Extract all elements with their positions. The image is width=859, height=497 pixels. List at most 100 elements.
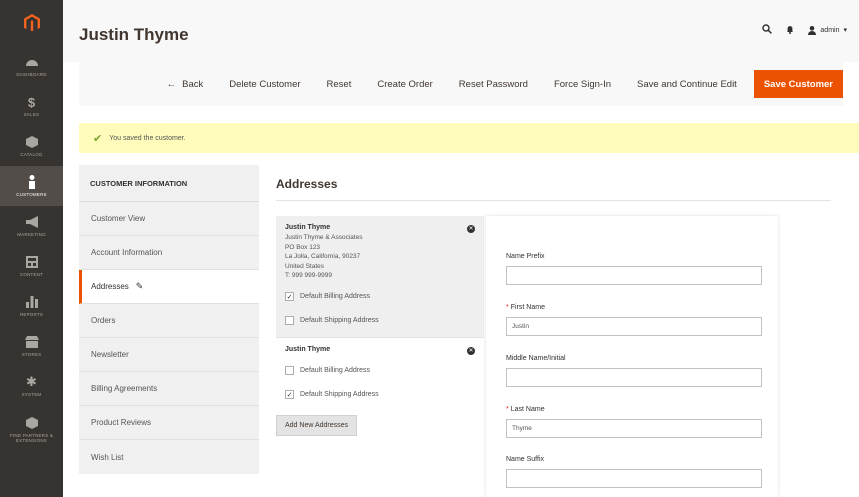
tab-label: Product Reviews [91,418,152,427]
nav-reports[interactable]: Reports [0,286,63,326]
tab-orders[interactable]: Orders [79,304,259,338]
default-billing-checkbox[interactable]: Default Billing Address [285,359,475,383]
remove-address-icon[interactable]: ✕ [467,346,475,355]
tabs-title: CUSTOMER INFORMATION [79,165,259,202]
person-icon [24,175,40,189]
nav-label: Customers [16,192,47,197]
last-name-input[interactable]: Thyme [506,419,762,438]
nav-stores[interactable]: Stores [0,326,63,366]
last-name-label: * Last Name [506,406,762,413]
customer-info-tabs: CUSTOMER INFORMATION Customer View Accou… [79,165,259,474]
nav-partners[interactable]: Find Partners & Extensions [0,406,63,452]
admin-sidebar: Dashboard $ Sales Catalog Customers Mark… [0,0,63,497]
back-button[interactable]: ← Back [154,69,217,99]
main-content: Justin Thyme admin ▾ ← Back Delete Custom… [63,0,859,497]
page-header: Justin Thyme admin ▾ [63,0,859,62]
nav-system[interactable]: ✱ System [0,366,63,406]
address-name: Justin Thyme [285,345,331,353]
bar-chart-icon [24,295,40,309]
last-name-label-text: Last Name [510,406,545,413]
middle-name-field: Middle Name/Initial [506,355,762,387]
tab-customer-view[interactable]: Customer View [79,202,259,236]
nav-label: Find Partners & Extensions [9,432,54,443]
nav-label: Dashboard [16,72,47,77]
checkmark-icon: ✔ [93,132,103,145]
required-icon: * [506,304,509,311]
tab-label: Addresses [91,282,129,291]
dashboard-icon [24,55,40,69]
first-name-field: * First Name Justin [506,304,762,336]
name-prefix-input[interactable] [506,266,762,285]
address-line: PO Box 123 [285,243,321,251]
dollar-icon: $ [27,94,36,110]
checkbox-icon [285,316,294,325]
header-actions: admin ▾ [762,24,847,36]
middle-name-input[interactable] [506,368,762,387]
page-title: Justin Thyme [79,25,189,44]
bell-icon[interactable] [786,25,794,36]
nav-label: Reports [19,312,44,317]
nav-sales[interactable]: $ Sales [0,86,63,126]
delete-customer-button[interactable]: Delete Customer [216,69,313,99]
address-form: Name Prefix * First Name Justin Middle Na… [486,216,778,497]
content-icon [24,255,40,269]
last-name-field: * Last Name Thyme [506,406,762,438]
tab-label: Wish List [91,452,124,462]
success-message-text: You saved the customer. [109,134,186,142]
create-order-button[interactable]: Create Order [364,69,445,99]
default-shipping-checkbox[interactable]: ✓ Default Shipping Address [285,383,475,407]
force-signin-button[interactable]: Force Sign-In [541,69,624,99]
save-customer-button[interactable]: Save Customer [753,70,843,98]
success-message: ✔ You saved the customer. [79,123,859,153]
tab-account-information[interactable]: Account Information [79,236,259,270]
tab-label: Billing Agreements [91,384,158,393]
tab-product-reviews[interactable]: Product Reviews [79,406,259,440]
admin-menu[interactable]: admin ▾ [808,25,847,35]
name-prefix-field: Name Prefix [506,253,762,285]
checkbox-label: Default Shipping Address [300,391,379,398]
first-name-input[interactable]: Justin [506,317,762,336]
tab-newsletter[interactable]: Newsletter [79,338,259,372]
name-suffix-input[interactable] [506,469,762,488]
save-continue-button[interactable]: Save and Continue Edit [624,69,750,99]
tab-label: Account Information [91,248,163,257]
nav-customers[interactable]: Customers [0,166,63,206]
default-billing-checkbox[interactable]: ✓ Default Billing Address [285,285,475,309]
nav-label: Stores [21,352,42,357]
address-line: United States [285,262,325,270]
checkbox-label: Default Billing Address [300,293,371,300]
admin-label: admin [820,26,840,34]
nav-label: Catalog [20,152,43,157]
magento-logo[interactable] [0,0,63,46]
default-shipping-checkbox[interactable]: Default Shipping Address [285,309,475,333]
middle-name-label: Middle Name/Initial [506,355,566,362]
nav-dashboard[interactable]: Dashboard [0,46,63,86]
reset-button[interactable]: Reset [314,69,365,99]
nav-marketing[interactable]: Marketing [0,206,63,246]
add-new-addresses-button[interactable]: Add New Addresses [276,414,358,436]
gear-icon: ✱ [26,374,37,389]
nav-content[interactable]: Content [0,246,63,286]
nav-catalog[interactable]: Catalog [0,126,63,166]
user-icon [808,25,817,35]
arrow-left-icon: ← [166,78,177,90]
back-label: Back [182,78,204,90]
chevron-down-icon: ▾ [843,27,847,34]
tab-wish-list[interactable]: Wish List [79,440,259,474]
name-suffix-field: Name Suffix [506,456,762,488]
search-icon[interactable] [762,24,773,36]
first-name-label: * First Name [506,304,762,311]
tab-label: Newsletter [91,350,129,359]
address-card[interactable]: ✕ Justin Thyme Justin Thyme & Associates… [276,216,484,337]
cube-icon [24,135,40,149]
tab-billing-agreements[interactable]: Billing Agreements [79,372,259,406]
name-prefix-label: Name Prefix [506,253,545,260]
remove-address-icon[interactable]: ✕ [467,225,475,233]
reset-password-button[interactable]: Reset Password [446,69,541,99]
pencil-icon: ✎ [135,281,144,291]
name-suffix-label: Name Suffix [506,456,544,463]
address-card[interactable]: ✕ Justin Thyme Default Billing Address ✓… [276,336,484,411]
nav-label: Content [19,272,44,277]
tab-addresses[interactable]: Addresses ✎ [79,270,259,304]
checkbox-label: Default Shipping Address [300,317,379,324]
